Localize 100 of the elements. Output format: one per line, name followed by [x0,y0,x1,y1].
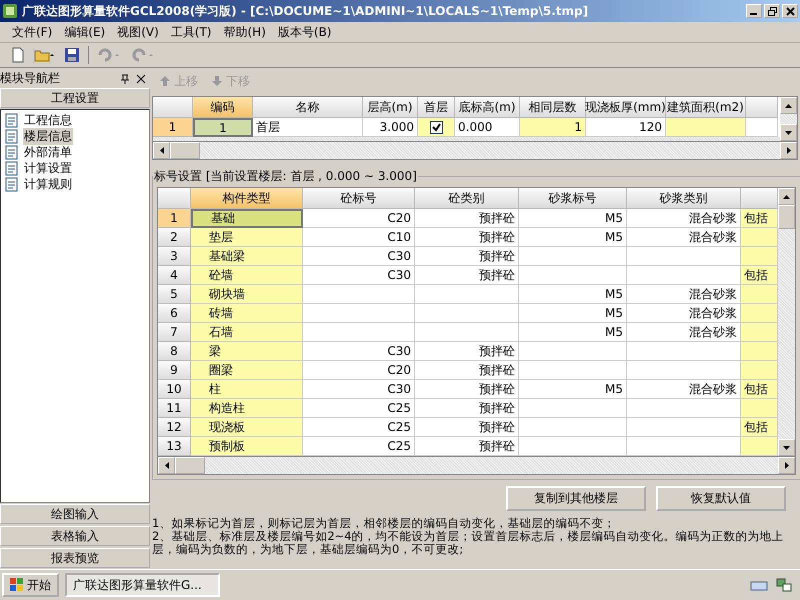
nav-item[interactable]: 计算设置 [23,160,73,176]
table-cell [741,247,778,266]
menu-item[interactable]: 工具(T) [170,24,212,40]
row-header[interactable]: 9 [158,361,191,380]
scroll-up-button[interactable] [780,97,797,114]
menu-item[interactable]: 帮助(H) [224,24,266,40]
scroll-thumb[interactable] [778,205,795,229]
new-file-icon[interactable] [10,47,26,63]
menu-item[interactable]: 视图(V) [117,24,159,40]
column-header: 砼类别 [415,188,519,209]
start-button[interactable]: 开始 [2,573,59,597]
table-cell: 预拌砼 [415,209,519,228]
group-title: 标号设置 [当前设置楼层: 首层 , 0.000 ~ 3.000] [153,168,418,185]
down-arrow-icon [783,446,790,450]
table-cell: C30 [303,342,415,361]
column-header: 砂浆标号 [519,188,627,209]
table-cell: C25 [303,418,415,437]
row-header[interactable]: 11 [158,399,191,418]
module-button[interactable]: 报表预览 [0,548,150,568]
table-cell: 构造柱 [191,399,303,418]
table-cell: 1 [193,118,253,137]
network-icon[interactable] [776,578,792,592]
menu-item[interactable]: 版本号(B) [278,24,332,40]
row-header[interactable]: 5 [158,285,191,304]
table-cell [741,437,778,456]
app-icon [2,3,18,19]
table-cell [741,285,778,304]
section-button[interactable]: 工程设置 [0,88,150,108]
down-arrow-icon [212,76,222,86]
table-cell [741,361,778,380]
table-cell [741,323,778,342]
scroll-up-button[interactable] [778,188,795,205]
down-arrow-icon [785,130,792,134]
checkbox[interactable] [430,120,442,134]
panel-title: 模块导航栏 [0,70,61,87]
right-arrow-icon [784,462,788,469]
table-cell: C20 [303,209,415,228]
scroll-down-button[interactable] [778,439,795,456]
table-cell: 预拌砼 [415,399,519,418]
row-header[interactable]: 2 [158,228,191,247]
module-button[interactable]: 绘图输入 [0,504,150,524]
minimize-button[interactable] [746,4,762,18]
taskbar-item[interactable]: 广联达图形算量软件G... [65,573,220,597]
row-header[interactable]: 10 [158,380,191,399]
row-header[interactable]: 12 [158,418,191,437]
row-header[interactable]: 7 [158,323,191,342]
column-header: 建筑面积(m2) [666,97,746,118]
table-cell: 预拌砼 [415,380,519,399]
scroll-left-button[interactable] [153,142,170,159]
row-header[interactable]: 8 [158,342,191,361]
nav-item[interactable]: 外部清单 [23,144,73,160]
corner-cell [153,97,193,118]
row-header[interactable]: 13 [158,437,191,456]
column-header: 首层 [418,97,455,118]
scroll-left-button[interactable] [158,457,175,474]
menu-item[interactable]: 编辑(E) [64,24,106,40]
table-cell: 包括 [741,418,778,437]
close-icon [786,6,794,16]
column-header: 编码 [193,97,253,118]
row-header[interactable]: 1 [158,209,191,228]
left-arrow-icon [164,462,168,469]
table-cell: 基础梁 [191,247,303,266]
row-header[interactable]: 1 [153,118,193,137]
table-cell: 1 [520,118,586,137]
action-button[interactable]: 恢复默认值 [656,486,786,511]
nav-item[interactable]: 楼层信息 [23,128,73,144]
close-button[interactable] [782,4,798,18]
close-icon[interactable] [136,74,146,84]
nav-item[interactable]: 计算规则 [23,176,73,192]
column-header: 底标高(m) [455,97,520,118]
row-header[interactable]: 4 [158,266,191,285]
scroll-right-button[interactable] [778,457,795,474]
corner-cell [158,188,191,209]
scroll-down-button[interactable] [780,124,797,141]
column-header: 相同层数 [520,97,586,118]
column-header: 层高(m) [363,97,418,118]
table-cell: M5 [519,228,627,247]
save-icon[interactable] [64,47,80,63]
table-cell: 砖墙 [191,304,303,323]
menu-item[interactable]: 文件(F) [12,24,52,40]
scroll-thumb[interactable] [175,457,205,474]
row-header[interactable]: 3 [158,247,191,266]
restore-button[interactable] [764,4,780,18]
table-cell: 垫层 [191,228,303,247]
table-cell: 圈梁 [191,361,303,380]
table-cell [741,304,778,323]
pin-icon[interactable] [120,74,130,84]
scroll-track[interactable] [780,114,797,124]
up-arrow-icon [783,194,790,198]
row-header[interactable]: 6 [158,304,191,323]
column-header: 现浇板厚(mm) [586,97,666,118]
scroll-right-button[interactable] [780,142,797,159]
scroll-thumb[interactable] [170,142,200,159]
table-cell: 石墙 [191,323,303,342]
module-button[interactable]: 表格输入 [0,526,150,546]
action-button[interactable]: 复制到其他楼层 [506,486,646,511]
nav-item[interactable]: 工程信息 [23,112,73,128]
restore-icon [768,6,776,16]
table-cell: M5 [519,380,627,399]
note-text: 1、如果标记为首层，则标记层为首层，相邻楼层的编码自动变化，基础层的编码不变； [152,517,616,530]
